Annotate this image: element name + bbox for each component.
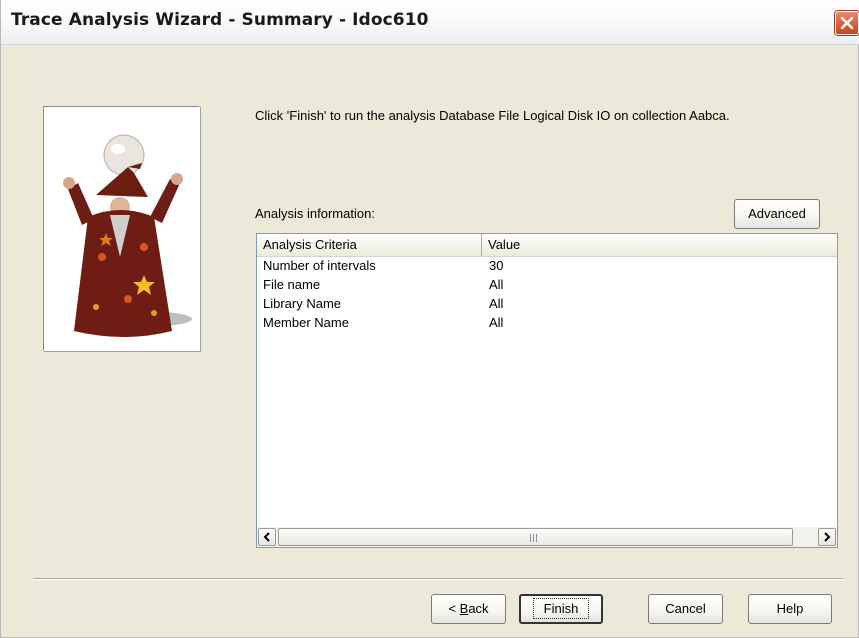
list-row[interactable]: Library Name All: [257, 294, 837, 313]
finish-button[interactable]: Finish: [519, 594, 603, 624]
instruction-text: Click 'Finish' to run the analysis Datab…: [255, 108, 730, 123]
finish-label: Finish: [532, 598, 590, 619]
close-button[interactable]: [835, 11, 859, 35]
title-bar: Trace Analysis Wizard - Summary - Idoc61…: [1, 0, 859, 45]
footer-separator: [33, 578, 843, 580]
wizard-window: Trace Analysis Wizard - Summary - Idoc61…: [0, 0, 859, 638]
value-cell: All: [489, 315, 504, 330]
criteria-cell: Library Name: [263, 296, 342, 311]
arrow-right-icon: [824, 532, 831, 542]
column-header-value[interactable]: Value: [482, 234, 837, 256]
value-cell: 30: [489, 258, 504, 273]
cancel-button[interactable]: Cancel: [648, 594, 723, 624]
analysis-info-label: Analysis information:: [255, 206, 375, 221]
list-header: Analysis Criteria Value: [257, 234, 837, 257]
wizard-image: [43, 106, 200, 351]
advanced-button[interactable]: Advanced: [734, 199, 820, 229]
scroll-left-button[interactable]: [258, 528, 276, 546]
analysis-criteria-list[interactable]: Analysis Criteria Value Number of interv…: [256, 233, 838, 548]
column-header-analysis-criteria[interactable]: Analysis Criteria: [257, 234, 482, 256]
criteria-cell: File name: [263, 277, 321, 292]
value-cell: All: [489, 277, 504, 292]
help-button[interactable]: Help: [748, 594, 832, 624]
horizontal-scrollbar[interactable]: [257, 527, 837, 547]
back-prefix: <: [448, 601, 460, 616]
value-cell: All: [489, 296, 504, 311]
back-button[interactable]: < Back: [431, 594, 506, 624]
list-row[interactable]: Number of intervals 30: [257, 256, 837, 275]
window-title: Trace Analysis Wizard - Summary - Idoc61…: [11, 10, 429, 30]
criteria-cell: Member Name: [263, 315, 349, 330]
scroll-right-button[interactable]: [818, 528, 836, 546]
arrow-left-icon: [263, 532, 270, 542]
criteria-cell: Number of intervals: [263, 258, 376, 273]
list-row[interactable]: Member Name All: [257, 313, 837, 332]
grip-icon: [530, 534, 540, 542]
back-label-rest: ack: [468, 601, 489, 616]
close-icon: [840, 16, 854, 30]
list-row[interactable]: File name All: [257, 275, 837, 294]
scroll-thumb[interactable]: [278, 528, 793, 546]
